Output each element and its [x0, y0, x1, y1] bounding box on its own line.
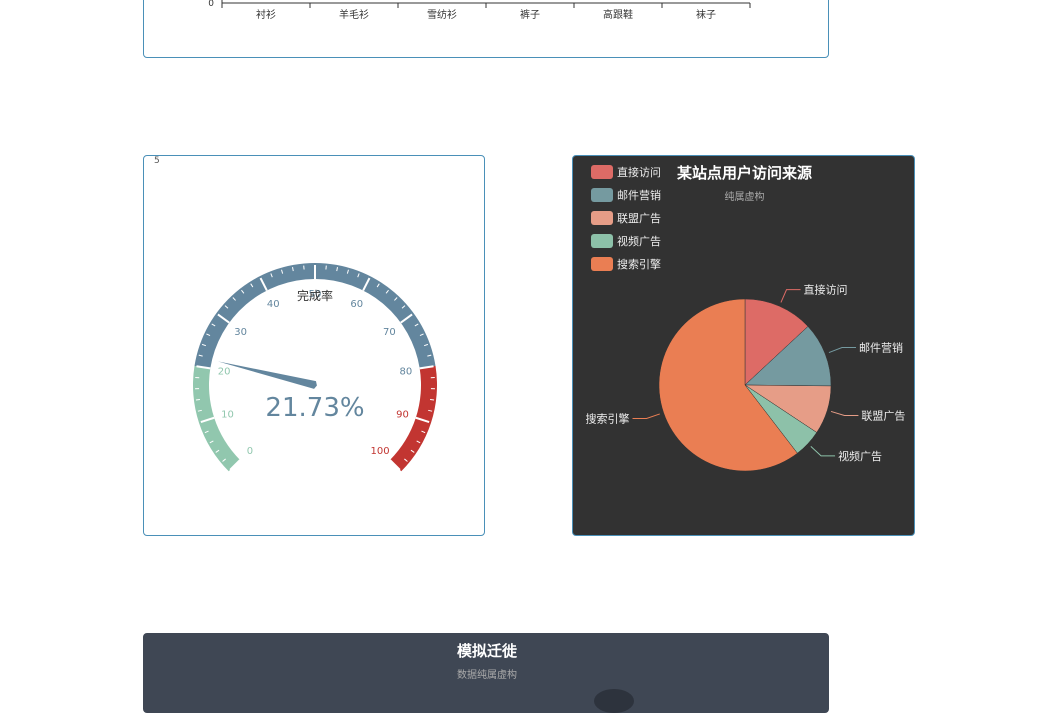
pie-slice-label: 联盟广告	[861, 410, 905, 423]
pie-label-line	[633, 414, 660, 419]
gauge-value-label: 21.73%	[265, 393, 364, 423]
pie-label-line	[781, 290, 801, 303]
migration-map-panel: 模拟迁徙 数据纯属虚构	[143, 633, 829, 713]
bar-category-label: 衬衫	[256, 8, 276, 21]
pie-label-line	[829, 347, 856, 352]
gauge-tick-label: 90	[396, 409, 409, 420]
gauge-tick	[196, 400, 200, 401]
gauge-name-label: 完成率	[297, 288, 333, 303]
gauge-tick-label: 70	[383, 327, 396, 338]
gauge-tick-label: 80	[400, 367, 413, 378]
pie-slice-label: 直接访问	[804, 283, 848, 297]
migration-map-svg	[144, 634, 830, 714]
gauge-pointer	[218, 361, 317, 389]
bar-y-zero-label: 0	[208, 0, 214, 9]
gauge-tick-label: 40	[267, 299, 280, 310]
pie-label-line	[811, 446, 835, 456]
gauge-tick-label: 30	[234, 327, 247, 338]
map-shape	[594, 689, 634, 713]
pie-label-line	[831, 411, 858, 415]
pie-chart-svg: 直接访问邮件营销联盟广告视频广告 搜索引擎	[573, 156, 916, 537]
bar-chart-panel: 0 衬衫 羊毛衫 雪纺衫 裤子 高跟鞋 袜子	[143, 0, 829, 58]
bar-category-label: 羊毛衫	[339, 8, 369, 21]
gauge-tick-label: 10	[221, 409, 234, 420]
bar-chart-svg: 0 衬衫 羊毛衫 雪纺衫 裤子 高跟鞋 袜子	[144, 0, 830, 59]
bar-category-label: 高跟鞋	[603, 8, 633, 21]
bar-category-label: 袜子	[696, 8, 716, 21]
gauge-tick-label: 0	[247, 446, 253, 457]
gauge-tick-label: 100	[371, 446, 390, 457]
pie-slice-label: 邮件营销	[859, 340, 903, 354]
gauge-tick	[430, 400, 434, 401]
pie-chart-panel: 某站点用户访问来源 纯属虚构 直接访问邮件营销联盟广告视频广告搜索引擎 直接访问…	[572, 155, 915, 536]
pie-slice-label: 搜索引擎	[586, 411, 630, 425]
bar-category-label: 裤子	[520, 8, 540, 21]
gauge-tick-label: 20	[218, 367, 231, 378]
gauge-chart-panel: 5 0102030405060708090100完成率21.73%	[143, 155, 485, 536]
pie-slice-label: 视频广告	[838, 449, 882, 463]
gauge-tick-label: 60	[350, 299, 363, 310]
bar-category-label: 雪纺衫	[427, 8, 457, 21]
gauge-chart-svg: 0102030405060708090100完成率21.73%	[144, 156, 486, 537]
